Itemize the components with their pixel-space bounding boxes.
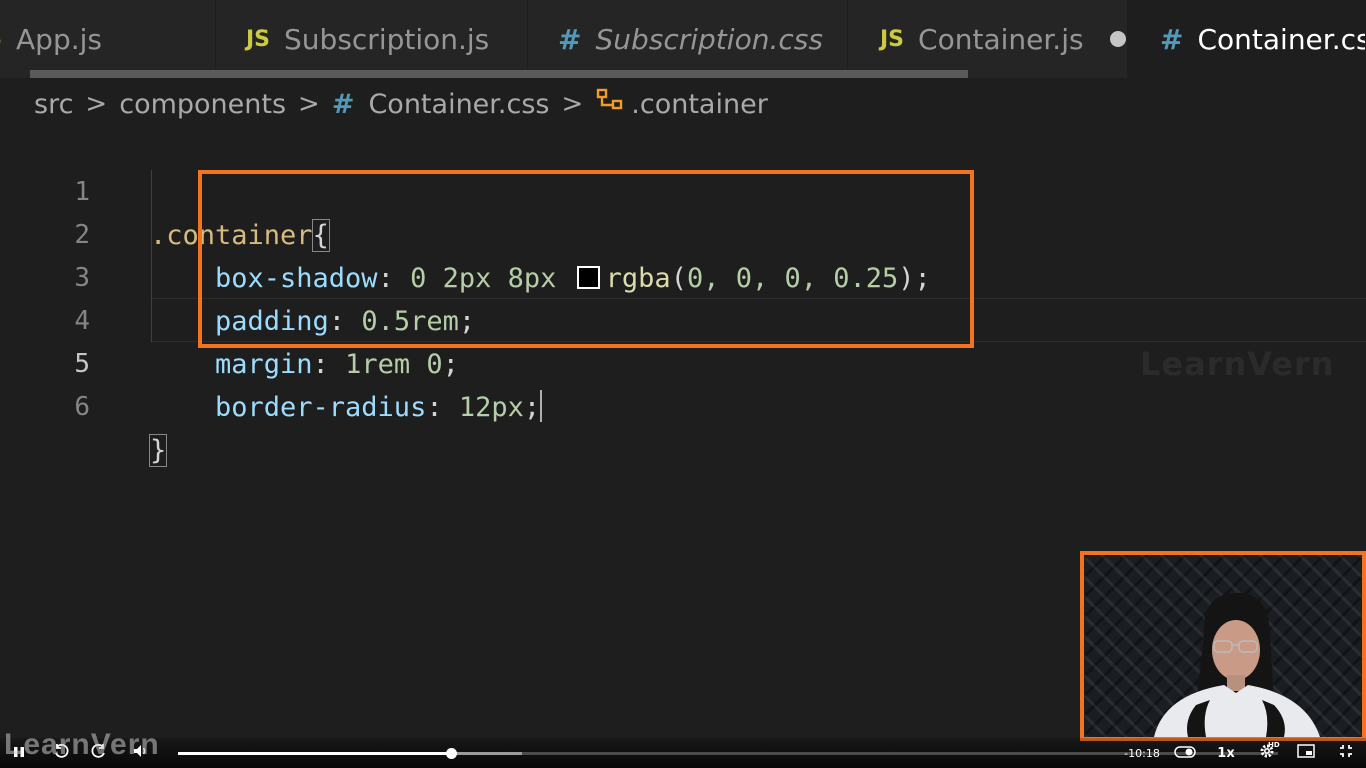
tab-label: Subscription.js bbox=[284, 22, 490, 56]
breadcrumb-components[interactable]: components bbox=[119, 89, 286, 120]
picture-in-picture-button[interactable] bbox=[1294, 738, 1318, 768]
breadcrumb-src[interactable]: src bbox=[34, 89, 73, 120]
code-text: border-radius: 12px; bbox=[215, 386, 543, 429]
tab-label: Container.css bbox=[1197, 22, 1365, 56]
learnvern-logo: LearnVern bbox=[4, 728, 160, 761]
breadcrumb-file[interactable]: Container.css bbox=[368, 89, 549, 120]
presenter-webcam bbox=[1080, 551, 1366, 741]
tab-app-js[interactable]: JS App.js bbox=[0, 0, 216, 78]
line-number: 6 bbox=[74, 392, 90, 422]
hd-badge: HD bbox=[1268, 741, 1280, 749]
code-text: } bbox=[148, 429, 168, 472]
css-property: border-radius bbox=[215, 392, 427, 423]
css-file-icon: # bbox=[1160, 22, 1184, 56]
played-bar bbox=[178, 752, 451, 755]
seek-bar[interactable] bbox=[178, 748, 1278, 759]
code-line[interactable]: 1 .container{ bbox=[0, 128, 1366, 252]
editor-tab-bar: JS App.js JS Subscription.js # Subscript… bbox=[0, 0, 1366, 78]
unsaved-dot-icon[interactable] bbox=[1109, 31, 1126, 47]
colon: : bbox=[426, 392, 459, 423]
tab-label: Subscription.css bbox=[595, 22, 823, 56]
css-file-icon: # bbox=[331, 88, 355, 120]
annotation-highlight-box bbox=[198, 170, 974, 348]
video-player-controls: -10:18 1x HD bbox=[0, 738, 1366, 768]
time-remaining: -10:18 bbox=[1124, 746, 1160, 760]
css-selector-symbol-icon bbox=[595, 87, 625, 122]
css-file-icon: # bbox=[558, 22, 582, 56]
semicolon: ; bbox=[523, 392, 541, 423]
tab-container-css[interactable]: # Container.css bbox=[1128, 0, 1366, 78]
js-file-icon: JS bbox=[0, 27, 2, 52]
chevron-right-icon: > bbox=[561, 89, 584, 119]
toggle-icon bbox=[1174, 744, 1196, 762]
exit-fullscreen-icon bbox=[1339, 744, 1353, 762]
settings-button[interactable]: HD bbox=[1254, 738, 1280, 768]
picture-in-picture-icon bbox=[1297, 744, 1315, 762]
presenter-figure bbox=[1154, 592, 1320, 737]
close-brace: } bbox=[148, 434, 168, 467]
breadcrumb-symbol[interactable]: .container bbox=[631, 89, 768, 120]
tabs-scrollbar[interactable] bbox=[30, 70, 968, 78]
exit-fullscreen-button[interactable] bbox=[1334, 738, 1358, 768]
autoplay-toggle[interactable] bbox=[1172, 738, 1198, 768]
chevron-right-icon: > bbox=[298, 89, 320, 119]
breadcrumb: src > components > # Container.css > .co… bbox=[34, 84, 768, 124]
js-file-icon: JS bbox=[880, 26, 905, 52]
learnvern-watermark: LearnVern bbox=[1140, 345, 1335, 383]
seek-handle[interactable] bbox=[445, 748, 457, 759]
chevron-right-icon: > bbox=[85, 89, 108, 119]
tab-container-js[interactable]: JS Container.js bbox=[848, 0, 1128, 78]
tab-subscription-css[interactable]: # Subscription.css bbox=[528, 0, 848, 78]
text-cursor bbox=[540, 390, 543, 422]
tab-label: Container.js bbox=[918, 22, 1084, 56]
js-file-icon: JS bbox=[246, 26, 271, 52]
playback-speed-button[interactable]: 1x bbox=[1212, 738, 1240, 768]
tab-subscription-js[interactable]: JS Subscription.js bbox=[216, 0, 528, 78]
tab-label: App.js bbox=[16, 22, 102, 56]
css-value: 12px bbox=[458, 392, 524, 423]
